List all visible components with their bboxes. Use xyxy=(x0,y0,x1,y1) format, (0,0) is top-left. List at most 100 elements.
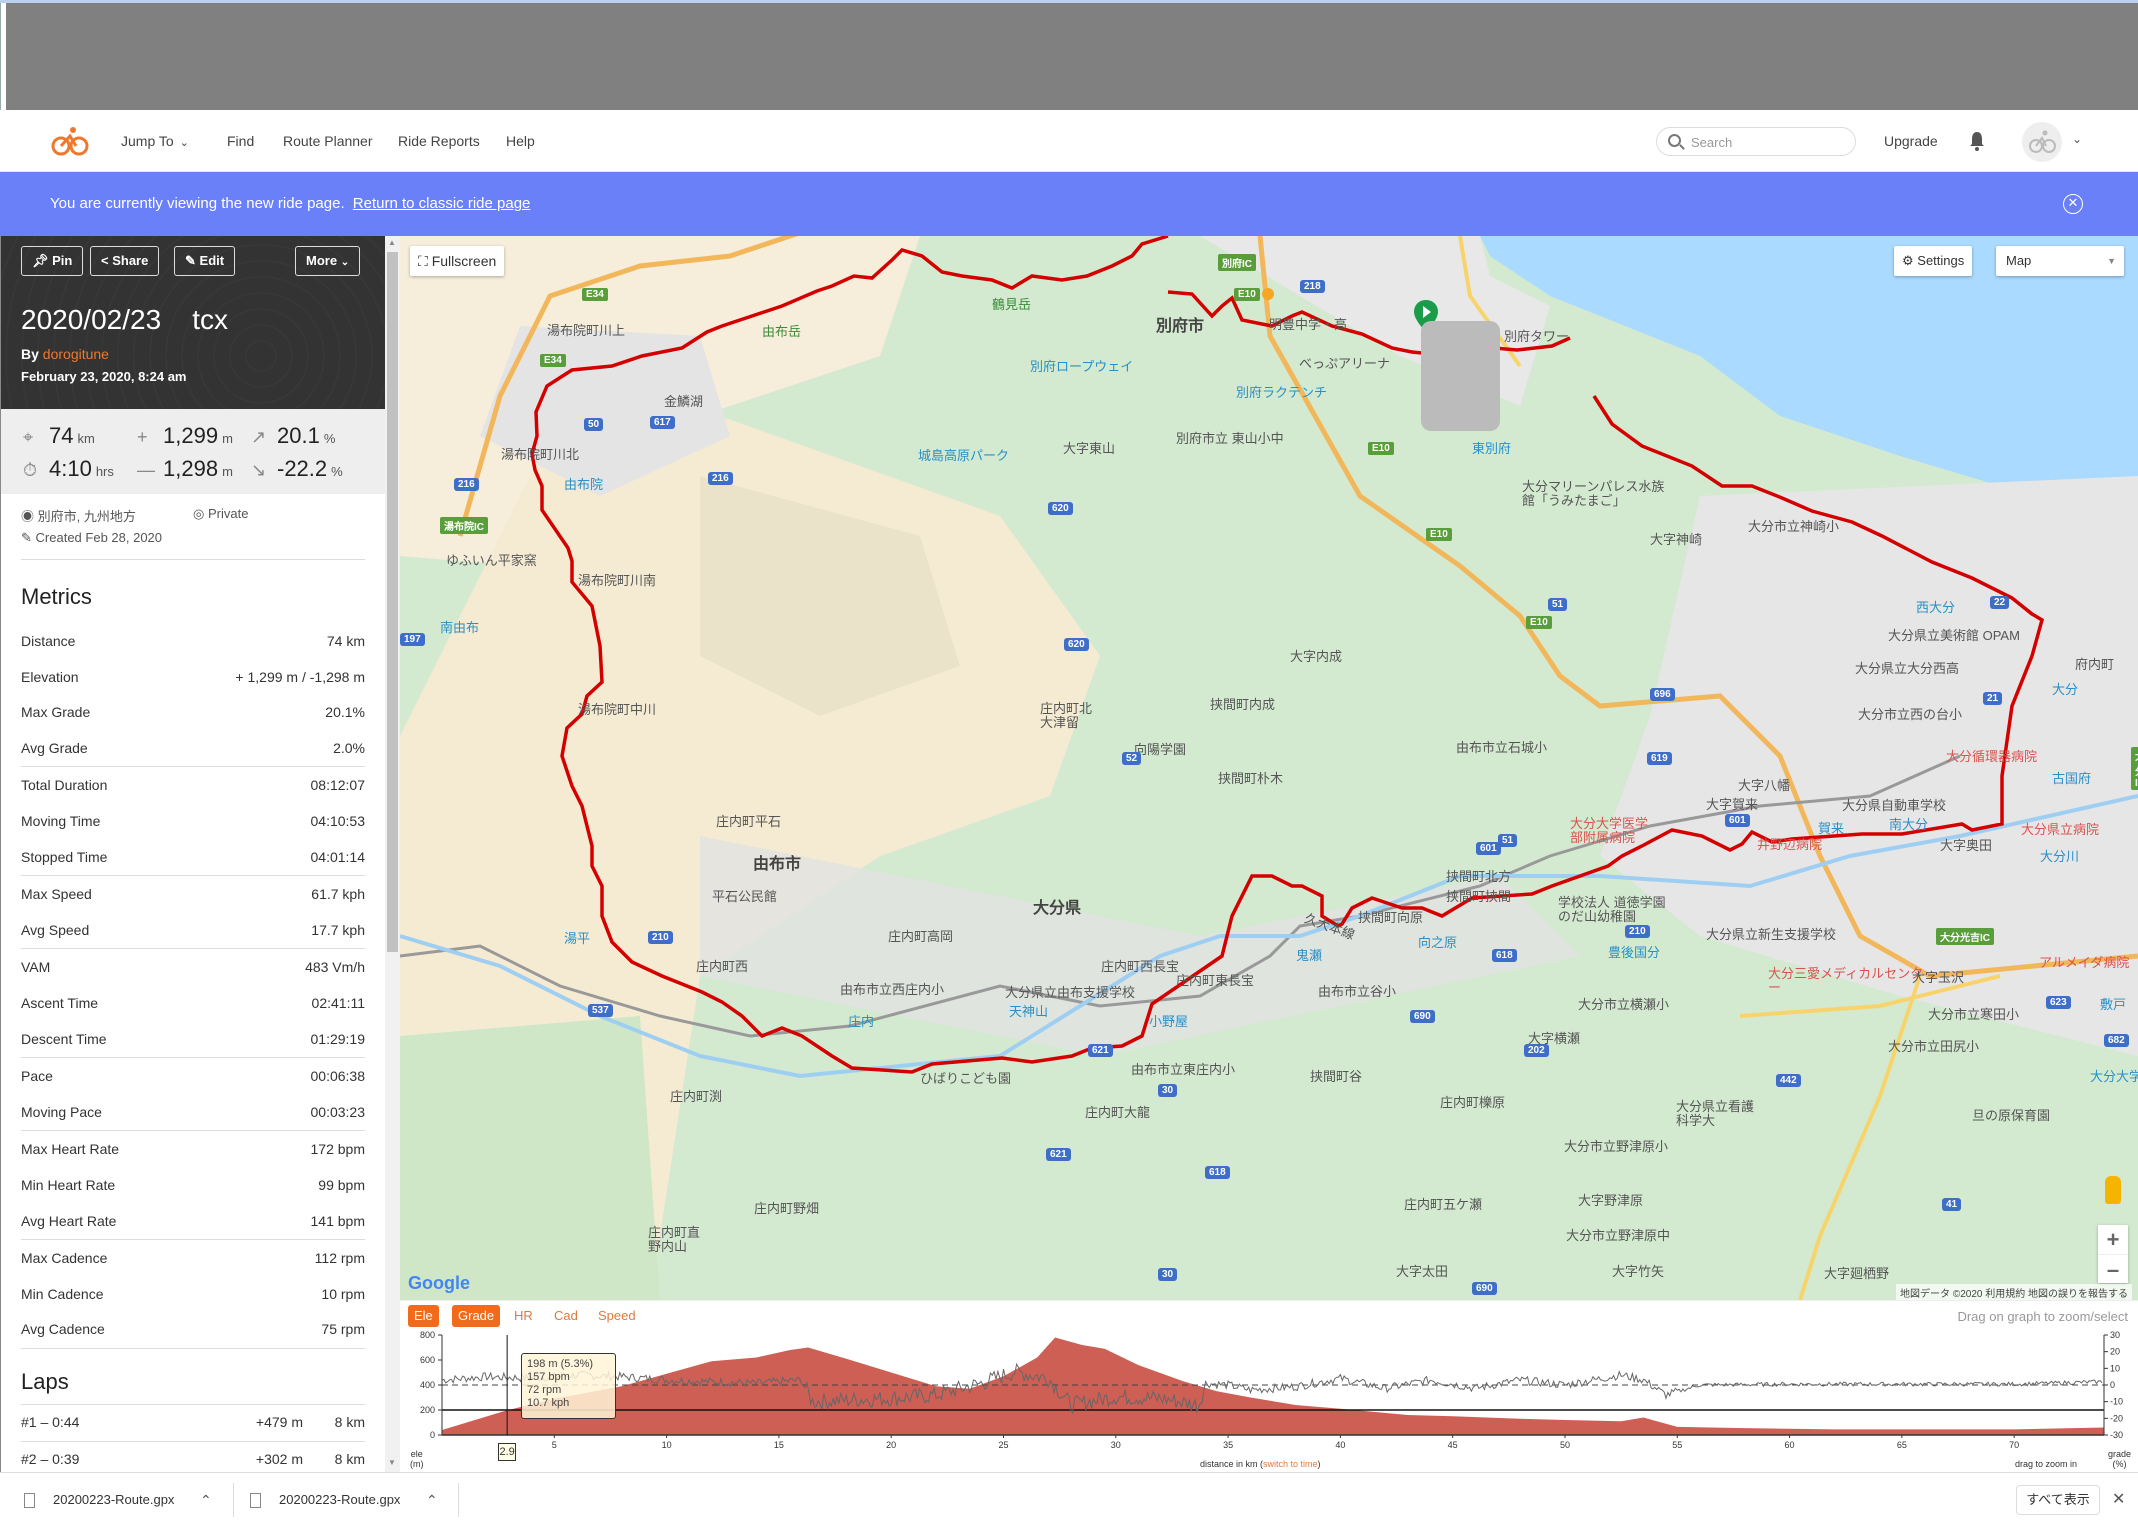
map-label: 平石公民館 xyxy=(712,889,778,904)
edit-button[interactable]: ✎ Edit xyxy=(174,246,236,276)
road-shield: 210 xyxy=(648,931,673,944)
privacy-text: Private xyxy=(207,506,249,521)
map-label: 庄内町直野内山 xyxy=(648,1225,701,1254)
nav-jump-to[interactable]: Jump To ⌄ xyxy=(121,110,189,172)
tab-cad[interactable]: Cad xyxy=(548,1305,584,1327)
more-button[interactable]: More ⌄ xyxy=(295,246,361,276)
tab-grade[interactable]: Grade xyxy=(452,1305,501,1327)
chevron-up-icon[interactable]: ⌃ xyxy=(426,1473,438,1527)
map-label: 由布市立谷小 xyxy=(1318,984,1397,999)
map-label: 大字内成 xyxy=(1290,649,1343,664)
tab-ele[interactable]: Ele xyxy=(408,1305,439,1327)
upgrade-link[interactable]: Upgrade xyxy=(1884,110,1938,172)
metric-row: Max Grade 20.1% xyxy=(21,694,365,730)
lap-row[interactable]: #2 – 0:39 +302 m 8 km xyxy=(21,1441,365,1472)
nav-find[interactable]: Find xyxy=(227,110,254,172)
map-label: 別府市立 東山小中 xyxy=(1176,431,1284,446)
map-label: 大字野津原 xyxy=(1578,1193,1644,1208)
stat-elev-gain-unit: m xyxy=(222,431,233,446)
download-item[interactable]: 20200223-Route.gpx ⌃ xyxy=(250,1473,450,1527)
x-tick-label: 60 xyxy=(1785,1440,1795,1450)
settings-button[interactable]: ⚙ Settings xyxy=(1894,246,1973,276)
ride-logo-icon[interactable] xyxy=(50,125,90,157)
location-text: 別府市, 九州地方 xyxy=(37,509,136,524)
nav-help[interactable]: Help xyxy=(506,110,535,172)
pin-button[interactable]: 📌︎ Pin xyxy=(21,246,84,276)
ride-header: 📌︎ Pin < Share ✎ Edit More ⌄ 2020/02/23 … xyxy=(1,236,385,409)
search-icon xyxy=(1668,134,1681,147)
map-label: 大分市立野津原中 xyxy=(1566,1228,1671,1243)
map-label: 明豊中学・高 xyxy=(1269,317,1348,332)
tab-hr[interactable]: HR xyxy=(508,1305,539,1327)
location: ◉ 別府市, 九州地方 xyxy=(21,506,136,525)
user-avatar[interactable] xyxy=(2022,122,2062,162)
zoom-out-button[interactable]: – xyxy=(2098,1254,2128,1283)
search-box[interactable] xyxy=(1656,127,1856,156)
road-shield: 620 xyxy=(1064,638,1089,651)
map-label: 大分三愛メディカルセンター xyxy=(1768,966,1924,995)
map-type-select[interactable]: Map ▼ xyxy=(1996,246,2124,276)
x-tick-label: 45 xyxy=(1448,1440,1458,1450)
tab-speed[interactable]: Speed xyxy=(592,1305,642,1327)
sidebar-scrollbar[interactable]: ▲ ▼ xyxy=(385,236,400,1472)
download-filename: 20200223-Route.gpx xyxy=(279,1492,401,1507)
map-label: ひばりこども園 xyxy=(920,1071,1012,1086)
metric-label: Avg Speed xyxy=(21,921,90,938)
chevron-up-icon[interactable]: ⌃ xyxy=(200,1473,212,1527)
map-label: 大分光吉IC xyxy=(1936,928,1994,945)
metric-label: Min Heart Rate xyxy=(21,1177,116,1193)
show-all-button[interactable]: すべて表示 xyxy=(2016,1485,2100,1515)
stat-duration: ⏱︎ 4:10 hrs xyxy=(23,456,114,482)
fullscreen-button[interactable]: ⛶ Fullscreen xyxy=(410,246,505,276)
nav-route-planner[interactable]: Route Planner xyxy=(283,110,373,172)
download-bar: 20200223-Route.gpx ⌃ 20200223-Route.gpx ⌃ … xyxy=(0,1472,2138,1526)
return-classic-link[interactable]: Return to classic ride page xyxy=(353,195,531,212)
map-label: 南大分 xyxy=(1889,817,1929,832)
scroll-up-icon[interactable]: ▲ xyxy=(388,238,396,247)
map-attribution[interactable]: 地図データ ©2020 利用規約 地図の誤りを報告する xyxy=(1896,1284,2132,1300)
stat-max-grade-unit: % xyxy=(323,431,336,446)
map-label: 大分県立大分西高 xyxy=(1855,661,1960,676)
map-label: 天神山 xyxy=(1009,1004,1049,1019)
route-map[interactable]: 湯布院町川上 由布岳 鶴見岳 別府市 別府ロープウェイ 金鱗湖 湯布院町川北 由… xyxy=(400,236,2138,1300)
share-button[interactable]: < Share xyxy=(90,246,160,276)
lap-row[interactable]: #1 – 0:44 +479 m 8 km xyxy=(21,1404,365,1441)
x-tick-label: 20 xyxy=(886,1440,896,1450)
close-icon[interactable]: ✕ xyxy=(2063,194,2083,214)
street-view-pegman-icon[interactable] xyxy=(2105,1176,2121,1204)
bell-icon[interactable] xyxy=(1969,131,1985,151)
download-item[interactable]: 20200223-Route.gpx ⌃ xyxy=(24,1473,224,1527)
scrollbar-thumb[interactable] xyxy=(387,252,398,952)
road-shield: 601 xyxy=(1476,842,1501,855)
map-label: 庄内町北大津留 xyxy=(1040,701,1093,730)
map-label: 大字東山 xyxy=(1063,441,1116,456)
caret-down-icon: ▼ xyxy=(2107,256,2116,266)
metric-value: 17.7 kph xyxy=(311,921,365,938)
author-link[interactable]: dorogitune xyxy=(43,346,109,362)
metric-value: 483 Vm/h xyxy=(305,959,365,976)
metric-value: 04:01:14 xyxy=(310,848,366,865)
elevation-chart[interactable]: 0 200 400 600 800 30 20 10 0 -10 -20 -30 5 10 15 20 25 30… xyxy=(400,1331,2138,1473)
user-menu-chevron-icon[interactable]: ⌄ xyxy=(2072,132,2082,146)
zoom-in-button[interactable]: + xyxy=(2098,1225,2128,1254)
stat-distance-value: 74 xyxy=(49,423,74,448)
switch-to-time-link[interactable]: switch to time xyxy=(1263,1459,1318,1469)
stat-max-grade-value: 20.1 xyxy=(277,423,320,448)
close-icon[interactable]: ✕ xyxy=(2112,1489,2125,1509)
scroll-down-icon[interactable]: ▼ xyxy=(388,1458,396,1467)
road-shield: 210 xyxy=(1625,925,1650,938)
avatar-cyclist-icon xyxy=(2029,130,2056,153)
x-tick-label: 5 xyxy=(552,1440,557,1450)
search-input[interactable] xyxy=(1691,132,1841,152)
road-shield: 218 xyxy=(1300,280,1325,293)
file-icon xyxy=(24,1493,35,1509)
metric-value: + 1,299 m / -1,298 m xyxy=(235,668,365,685)
road-shield: 696 xyxy=(1650,688,1675,701)
metric-row: Stopped Time 04:01:14 xyxy=(21,839,365,875)
x-tick-label: 10 xyxy=(662,1440,672,1450)
y2-tick-label: -30 xyxy=(2110,1430,2123,1440)
nav-ride-reports[interactable]: Ride Reports xyxy=(398,110,480,172)
lap-dist: 8 km xyxy=(334,1414,365,1430)
x-tick-label: 65 xyxy=(1897,1440,1907,1450)
metric-row: VAM 483 Vm/h xyxy=(21,949,365,985)
